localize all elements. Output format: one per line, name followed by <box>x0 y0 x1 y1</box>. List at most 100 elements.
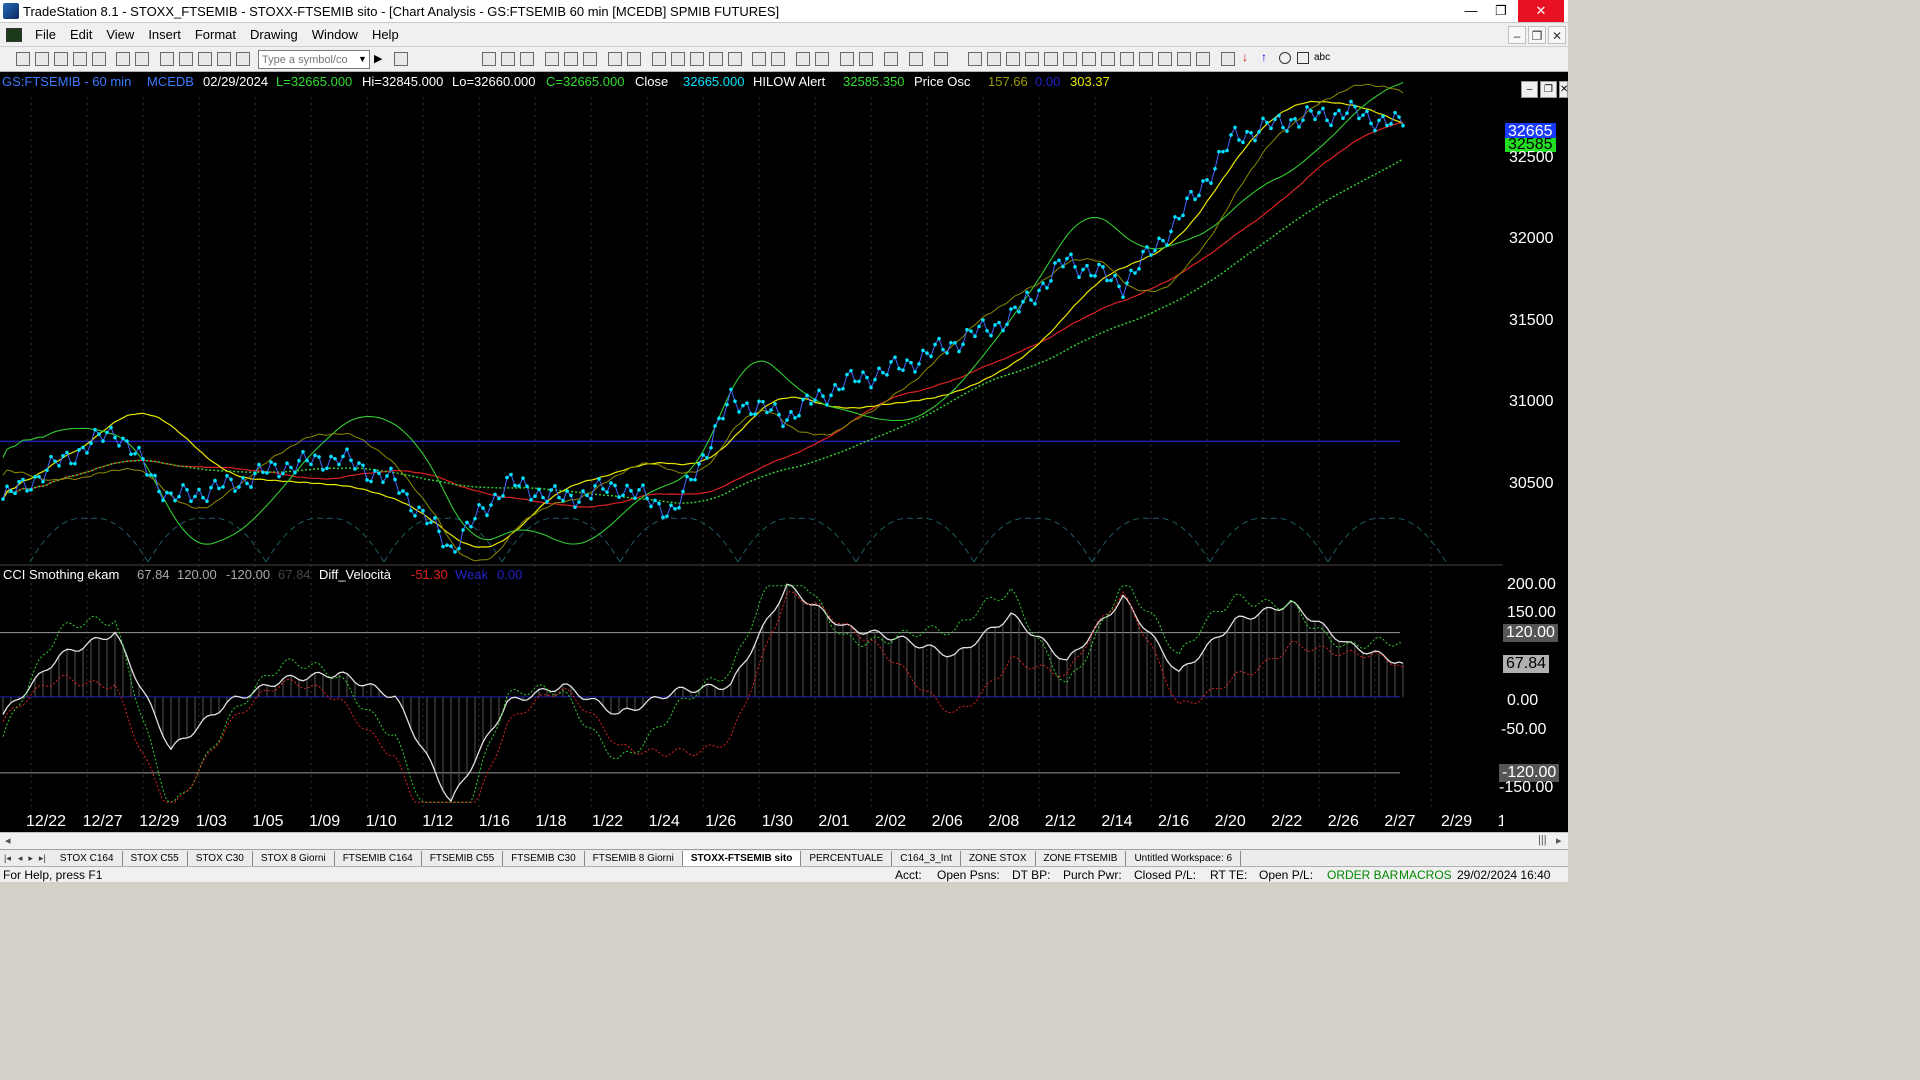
vertical-line-icon[interactable] <box>987 52 1001 66</box>
price-axis[interactable]: – ❐ ✕ 32665 32585 32500 32000 31500 3100… <box>1499 72 1568 808</box>
new-icon[interactable] <box>16 52 30 66</box>
menu-format[interactable]: Format <box>188 27 243 42</box>
menu-insert[interactable]: Insert <box>141 27 188 42</box>
print-icon[interactable] <box>135 52 149 66</box>
globe-icon[interactable] <box>236 52 250 66</box>
arrow-up-icon[interactable]: ↑ <box>1261 50 1267 64</box>
horizontal-scrollbar[interactable]: ◂ ||| ▸ <box>0 832 1568 849</box>
rectangle-icon[interactable] <box>1297 52 1309 64</box>
symbol-input[interactable] <box>258 50 370 69</box>
tab-nav-next-icon[interactable]: ▸ <box>25 853 36 864</box>
format-icon[interactable] <box>564 52 578 66</box>
speed-lines-icon[interactable] <box>1063 52 1077 66</box>
new-window-icon[interactable] <box>73 52 87 66</box>
regression-channel-icon[interactable] <box>1120 52 1134 66</box>
menu-help[interactable]: Help <box>365 27 406 42</box>
tab-workspace[interactable]: STOX 8 Giorni <box>253 850 335 866</box>
refresh-icon[interactable] <box>583 52 597 66</box>
mdi-close-button[interactable]: ✕ <box>1548 26 1566 44</box>
fibonacci-icon[interactable] <box>1025 52 1039 66</box>
order-icon[interactable] <box>909 52 923 66</box>
arc-icon[interactable] <box>1177 52 1191 66</box>
chart-close-button[interactable]: ✕ <box>1559 81 1568 98</box>
symbol-dropdown-icon[interactable]: ▼ <box>358 54 367 64</box>
chart-plot[interactable] <box>0 72 1503 808</box>
chart-restore-button[interactable]: ❐ <box>1540 81 1557 98</box>
pointer-icon[interactable] <box>840 52 854 66</box>
go-arrow-icon[interactable]: ▶ <box>374 52 382 65</box>
scroll-left-arrow-icon[interactable]: ◂ <box>5 834 11 847</box>
mdi-restore-button[interactable]: ❐ <box>1528 26 1546 44</box>
tab-workspace[interactable]: ZONE STOX <box>961 850 1036 866</box>
maximize-button[interactable]: ❐ <box>1486 0 1516 22</box>
status-macros[interactable]: MACROS <box>1399 868 1452 882</box>
minimize-button[interactable]: — <box>1456 0 1486 22</box>
open-workspace-icon[interactable] <box>54 52 68 66</box>
ellipse-icon[interactable] <box>1279 52 1291 64</box>
tab-workspace[interactable]: Untitled Workspace: 6 <box>1126 850 1242 866</box>
price-channel-icon[interactable] <box>1158 52 1172 66</box>
menu-edit[interactable]: Edit <box>63 27 99 42</box>
tab-workspace[interactable]: C164_3_Int <box>892 850 961 866</box>
open-icon[interactable] <box>35 52 49 66</box>
table-icon[interactable] <box>520 52 534 66</box>
bar-chart-icon[interactable] <box>690 52 704 66</box>
crosshair-icon[interactable] <box>859 52 873 66</box>
tab-workspace-active[interactable]: STOXX-FTSEMIB sito <box>682 850 802 866</box>
freehand-icon[interactable] <box>1196 52 1210 66</box>
date-axis[interactable]: 12/22 12/27 12/29 1/03 1/05 1/09 1/10 1/12 1/16 1… <box>0 808 1538 832</box>
copy-icon[interactable] <box>179 52 193 66</box>
find-symbol-icon[interactable] <box>394 52 408 66</box>
cycle-lines-icon[interactable] <box>1101 52 1115 66</box>
tab-workspace[interactable]: FTSEMIB 8 Giorni <box>585 850 683 866</box>
mdi-minimize-button[interactable]: – <box>1508 26 1526 44</box>
insert-indicator-icon[interactable] <box>608 52 622 66</box>
menu-file[interactable]: File <box>28 27 63 42</box>
tab-workspace[interactable]: FTSEMIB C55 <box>422 850 504 866</box>
curve-icon[interactable] <box>1221 52 1235 66</box>
chart-panel[interactable]: GS:FTSEMIB - 60 min MCEDB 02/29/2024 L=3… <box>0 72 1503 808</box>
save-icon[interactable] <box>92 52 106 66</box>
status-order-bar[interactable]: ORDER BAR <box>1327 868 1398 882</box>
menu-view[interactable]: View <box>99 27 141 42</box>
radar-icon[interactable] <box>652 52 666 66</box>
paste-icon[interactable] <box>217 52 231 66</box>
matrix-icon[interactable] <box>671 52 685 66</box>
scroll-thumb-icon[interactable]: ||| <box>1538 834 1547 846</box>
bar-interval-icon[interactable] <box>482 52 496 66</box>
tab-workspace[interactable]: STOX C30 <box>188 850 253 866</box>
tab-nav-prev-icon[interactable]: ◂ <box>15 853 26 864</box>
scroll-right-icon[interactable] <box>771 52 785 66</box>
zoom-out-icon[interactable] <box>815 52 829 66</box>
tools-icon[interactable] <box>884 52 898 66</box>
parallel-lines-icon[interactable] <box>1139 52 1153 66</box>
scroll-right-arrow-icon[interactable]: ▸ <box>1556 834 1562 847</box>
text-tool-icon[interactable]: abc <box>1314 52 1330 63</box>
chart-doc-icon[interactable] <box>6 27 22 42</box>
close-button[interactable]: ✕ <box>1518 0 1564 22</box>
tab-workspace[interactable]: STOX C55 <box>123 850 188 866</box>
menu-drawing[interactable]: Drawing <box>243 27 305 42</box>
cut-icon[interactable] <box>160 52 174 66</box>
andrews-pitchfork-icon[interactable] <box>1044 52 1058 66</box>
insert-strategy-icon[interactable] <box>627 52 641 66</box>
horizontal-line-icon[interactable] <box>1006 52 1020 66</box>
tab-nav-last-icon[interactable]: ▸| <box>36 853 52 864</box>
lock-icon[interactable] <box>198 52 212 66</box>
tab-nav-first-icon[interactable]: |◂ <box>0 853 15 864</box>
menu-window[interactable]: Window <box>305 27 365 42</box>
tab-workspace[interactable]: FTSEMIB C164 <box>335 850 422 866</box>
tab-workspace[interactable]: STOX C164 <box>52 850 123 866</box>
chart-minimize-button[interactable]: – <box>1521 81 1538 98</box>
candlestick-icon[interactable] <box>709 52 723 66</box>
arrow-down-icon[interactable]: ↓ <box>1242 50 1248 64</box>
ohlc-icon[interactable] <box>728 52 742 66</box>
gann-fan-icon[interactable] <box>1082 52 1096 66</box>
chart-style-icon[interactable] <box>545 52 559 66</box>
scroll-left-icon[interactable] <box>752 52 766 66</box>
print-preview-icon[interactable] <box>116 52 130 66</box>
tab-workspace[interactable]: FTSEMIB C30 <box>503 850 585 866</box>
tab-workspace[interactable]: PERCENTUALE <box>801 850 893 866</box>
trendline-icon[interactable] <box>968 52 982 66</box>
tab-workspace[interactable]: ZONE FTSEMIB <box>1036 850 1127 866</box>
